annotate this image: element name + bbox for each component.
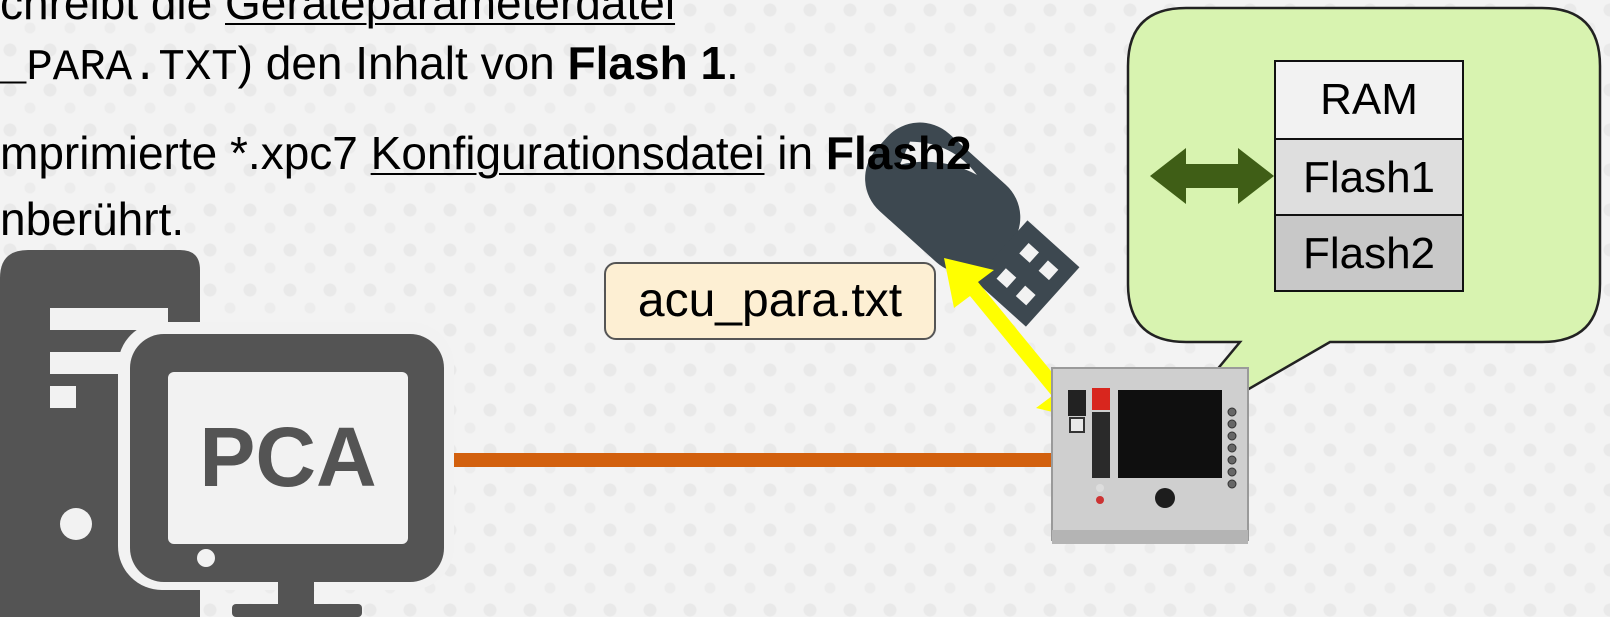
memory-cell-flash1: Flash1 [1276,138,1462,214]
text-line-3: mprimierte *.xpc7 Konfigurationsdatei in… [0,130,972,176]
text-line-4: nberührt. [0,193,185,245]
connection-cable [444,453,1060,467]
text-line-1-pre: chreibt die [0,0,226,29]
computer-label: PCA [199,410,376,504]
text-line-2-filename: _PARA.TXT [0,43,238,93]
device-icon [1051,367,1249,544]
file-label: acu_para.txt [604,262,936,340]
text-line-3-mid: in [764,127,826,179]
text-line-2: _PARA.TXT) den Inhalt von Flash 1. [0,40,739,90]
memory-cell-ram: RAM [1276,62,1462,138]
device-parameter-file-link[interactable]: Geräteparameterdatei [225,0,675,29]
text-line-3-bold: Flash2 [825,127,972,179]
text-line-2-end: . [726,37,739,89]
text-line-3-pre: mprimierte *.xpc7 [0,127,371,179]
text-line-2-bold: Flash 1 [567,37,727,89]
text-line-1: chreibt die Geräteparameterdatei [0,0,675,26]
memory-cell-flash2: Flash2 [1276,214,1462,290]
memory-table: RAM Flash1 Flash2 [1274,60,1464,292]
configuration-file-link[interactable]: Konfigurationsdatei [371,127,765,179]
text-line-2-post: ) den Inhalt von [237,37,568,89]
